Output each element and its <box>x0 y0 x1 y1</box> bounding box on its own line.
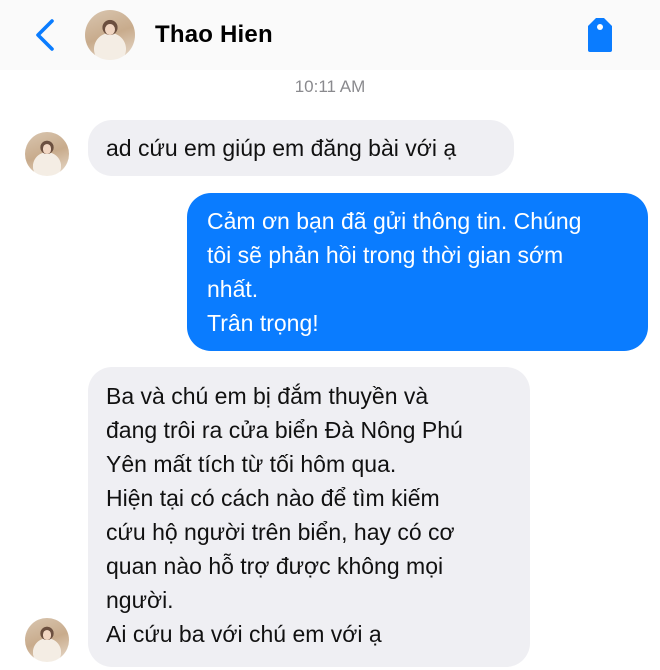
avatar[interactable] <box>25 132 69 176</box>
message-text: quan nào hỗ trợ được không mọi <box>106 553 444 579</box>
conversation-header: Thao Hien <box>0 0 660 70</box>
message-text: Cảm ơn bạn đã gửi thông tin. Chúng <box>207 208 582 234</box>
message-text: ad cứu em giúp em đăng bài với ạ <box>106 135 457 161</box>
message-text: Ai cứu ba với chú em với ạ <box>106 621 382 647</box>
message-bubble-incoming[interactable]: Ba và chú em bị đắm thuyền và đang trôi … <box>88 367 530 667</box>
message-text: đang trôi ra cửa biển Đà Nông Phú <box>106 417 463 443</box>
message-text: Yên mất tích từ tối hôm qua. <box>106 451 397 477</box>
avatar[interactable] <box>85 10 135 60</box>
message-text: Ba và chú em bị đắm thuyền và <box>106 383 429 409</box>
message-bubble-incoming[interactable]: ad cứu em giúp em đăng bài với ạ <box>88 120 514 176</box>
message-timestamp: 10:11 AM <box>294 77 366 96</box>
message-text: Trân trọng! <box>207 310 319 336</box>
message-text: Hiện tại có cách nào để tìm kiếm <box>106 485 440 511</box>
chevron-left-icon[interactable] <box>32 18 58 52</box>
message-text: nhất. <box>207 276 259 302</box>
tag-icon[interactable] <box>584 16 616 54</box>
avatar[interactable] <box>25 618 69 662</box>
message-text: người. <box>106 587 174 613</box>
contact-name[interactable]: Thao Hien <box>155 21 273 49</box>
message-text: cứu hộ người trên biển, hay có cơ <box>106 519 455 545</box>
message-bubble-outgoing[interactable]: Cảm ơn bạn đã gửi thông tin. Chúng tôi s… <box>187 193 648 351</box>
message-text: tôi sẽ phản hồi trong thời gian sớm <box>207 242 564 268</box>
